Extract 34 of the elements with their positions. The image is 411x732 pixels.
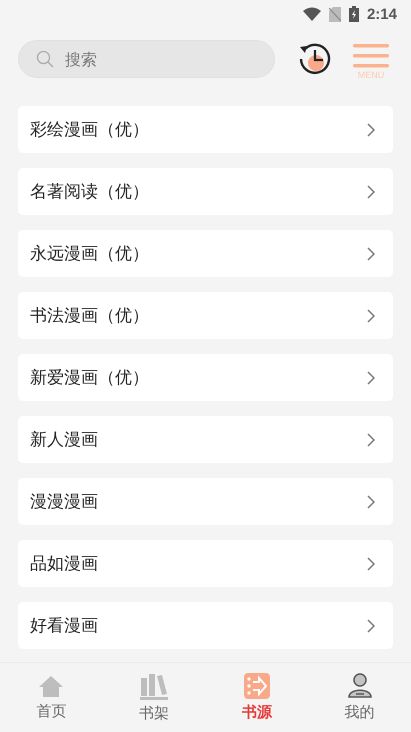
nav-tab[interactable]: 首页 [0,663,103,732]
nav-tab[interactable]: 书架 [102,663,206,732]
source-icon [244,673,270,699]
chevron-icon [367,556,375,570]
chevron-icon [367,432,375,446]
chevron-icon [367,494,375,508]
menu-icon [353,44,389,68]
chevron-icon [367,618,375,632]
source-item[interactable]: 书法漫画（优） [18,292,393,339]
source-item[interactable]: 新人漫画 [18,416,393,463]
nav-tab[interactable]: 书源 [206,663,308,732]
battery-icon [348,6,359,22]
books-icon [139,672,170,700]
source-item[interactable]: 品如漫画 [18,540,393,587]
status-time: 2:14 [366,6,397,22]
no-sim-icon [328,6,341,22]
chevron-icon [367,246,375,260]
home-icon [38,674,64,698]
search-field[interactable]: 搜索 [18,40,275,78]
chevron-icon [367,308,375,322]
person-icon [348,673,372,699]
search-icon [36,50,54,68]
chevron-icon [367,184,375,198]
source-item[interactable]: 漫漫漫画 [18,478,393,525]
history-icon[interactable] [297,41,333,77]
source-item[interactable]: 好看漫画 [18,602,393,649]
nav-tab[interactable]: 我的 [308,663,411,732]
wifi-icon [302,7,321,21]
chevron-icon [367,370,375,384]
chevron-icon [367,122,375,136]
source-item[interactable]: 名著阅读（优） [18,168,393,215]
source-item[interactable]: 永远漫画（优） [18,230,393,277]
source-item[interactable]: 新爱漫画（优） [18,354,393,401]
source-item[interactable]: 彩绘漫画（优） [18,106,393,153]
